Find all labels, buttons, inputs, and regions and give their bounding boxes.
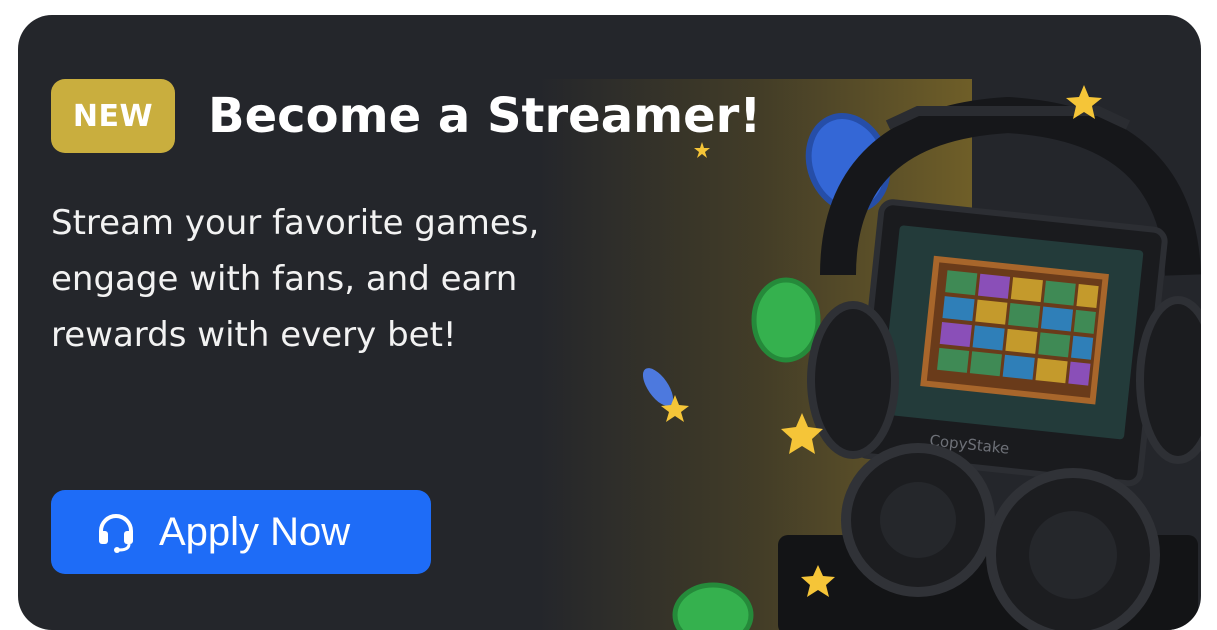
right-speaker	[986, 468, 1160, 630]
right-ear-cup	[1136, 296, 1201, 464]
new-badge: NEW	[51, 79, 175, 153]
apply-now-button[interactable]: Apply Now	[51, 490, 431, 574]
banner-description: Stream your favorite games, engage with …	[51, 203, 540, 355]
banner-title: Become a Streamer!	[208, 88, 762, 144]
star-top-right	[1066, 85, 1102, 119]
apply-now-label: Apply Now	[159, 509, 351, 554]
streamer-promo-banner: CopyStake NEW Become a Streamer! Stream …	[18, 15, 1201, 630]
headset-icon	[93, 509, 139, 555]
